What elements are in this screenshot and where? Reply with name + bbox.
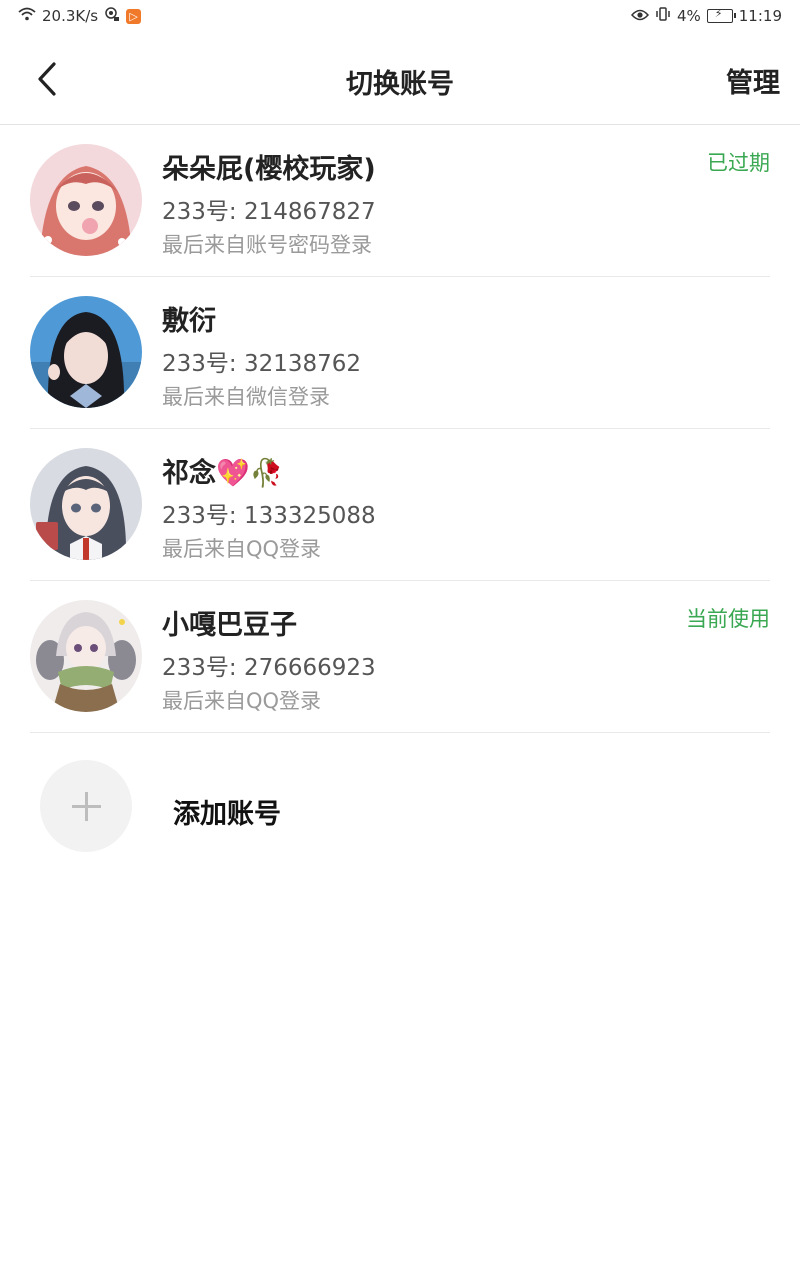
account-item[interactable]: 敷衍 233号: 32138762 最后来自微信登录: [30, 277, 770, 429]
account-login-method: 最后来自QQ登录: [162, 537, 322, 561]
eye-icon: [630, 7, 649, 25]
avatar: [30, 144, 142, 256]
video-app-icon: ▷: [126, 8, 142, 24]
network-speed: 20.3K/s: [42, 7, 99, 25]
avatar: [30, 296, 142, 408]
account-list: 朵朵屁(樱校玩家) 233号: 214867827 最后来自账号密码登录 已过期…: [30, 125, 770, 733]
account-item[interactable]: 祁念💖🥀 233号: 133325088 最后来自QQ登录: [30, 429, 770, 581]
account-login-method: 最后来自账号密码登录: [162, 233, 372, 257]
account-id: 233号: 214867827: [162, 199, 376, 225]
account-id: 233号: 276666923: [162, 655, 376, 681]
avatar: [30, 600, 142, 712]
battery-charging-icon: ⚡: [706, 7, 736, 23]
account-id: 233号: 32138762: [162, 351, 362, 377]
account-login-method: 最后来自微信登录: [162, 385, 330, 409]
manage-button[interactable]: 管理: [726, 61, 780, 100]
account-id: 233号: 133325088: [162, 503, 376, 529]
status-bar-right: 4% ⚡ 11:19: [630, 6, 782, 26]
status-bar: 20.3K/s ▷ 4% ⚡ 11:19: [0, 0, 800, 32]
status-bar-left: 20.3K/s ▷: [18, 6, 142, 26]
account-item[interactable]: 朵朵屁(樱校玩家) 233号: 214867827 最后来自账号密码登录 已过期: [30, 125, 770, 277]
vibrate-icon: [655, 6, 671, 26]
account-name: 小嘎巴豆子: [162, 610, 297, 641]
plus-icon: [40, 760, 132, 852]
wifi-icon: [18, 7, 36, 25]
status-badge: 已过期: [707, 151, 770, 175]
clock: 11:19: [738, 7, 782, 25]
page-title: 切换账号: [346, 69, 454, 100]
battery-percent: 4%: [676, 7, 701, 25]
account-name: 祁念💖🥀: [162, 458, 284, 489]
header: 切换账号 管理: [0, 32, 800, 125]
account-login-method: 最后来自QQ登录: [162, 689, 322, 713]
add-account-button[interactable]: 添加账号: [40, 760, 740, 854]
status-badge: 当前使用: [686, 607, 770, 631]
account-name: 敷衍: [162, 306, 216, 337]
account-item[interactable]: 小嘎巴豆子 233号: 276666923 最后来自QQ登录 当前使用: [30, 581, 770, 733]
avatar: [30, 448, 142, 560]
add-account-label: 添加账号: [173, 799, 281, 830]
camera-app-icon: [104, 6, 120, 26]
account-name: 朵朵屁(樱校玩家): [162, 154, 376, 185]
